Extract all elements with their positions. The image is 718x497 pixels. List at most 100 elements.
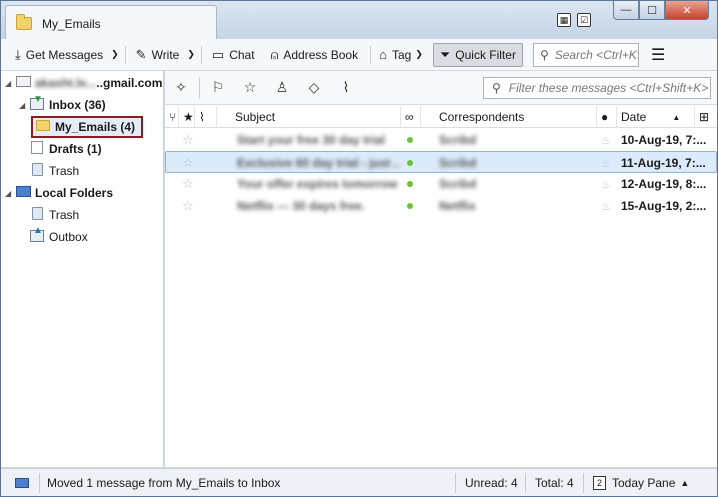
folder-label: Local Folders bbox=[35, 186, 114, 200]
junk-icon[interactable]: ♨ bbox=[601, 129, 611, 151]
folder-label: Trash bbox=[49, 208, 80, 222]
read-column-icon[interactable]: ∞ bbox=[401, 106, 421, 128]
filter-placeholder: Filter these messages <Ctrl+Shift+K> bbox=[508, 81, 709, 95]
quick-filter-button[interactable]: ⏷ Quick Filter bbox=[432, 42, 523, 67]
correspondents-column-header[interactable]: Correspondents bbox=[421, 106, 597, 128]
mail-account-icon bbox=[15, 76, 31, 87]
calendar-icon[interactable]: ▦ bbox=[557, 13, 571, 27]
chat-button[interactable]: ▭ Chat bbox=[202, 43, 261, 67]
address-book-label: Address Book bbox=[283, 47, 359, 62]
account-name: akasht.le... bbox=[35, 76, 97, 90]
close-button[interactable]: ✕ bbox=[665, 1, 709, 20]
address-book-icon: ⍝ bbox=[270, 46, 279, 62]
collapse-icon[interactable]: ◢ bbox=[19, 101, 27, 110]
message-subject: Exclusive 60 day trial - just ... bbox=[237, 156, 399, 170]
pencil-icon: ✎ bbox=[135, 46, 147, 62]
inbox-icon bbox=[30, 94, 44, 110]
folder-label: Trash bbox=[49, 164, 80, 178]
collapse-icon[interactable]: ◢ bbox=[5, 189, 13, 198]
folder-my-emails[interactable]: My_Emails (4) bbox=[31, 116, 144, 138]
chat-icon: ▭ bbox=[211, 46, 225, 62]
message-row[interactable]: ☆ Start your free 30 day trial Scribd ♨ … bbox=[165, 129, 717, 151]
title-bar: My_Emails ▦ ☑ — ☐ ✕ bbox=[1, 1, 717, 41]
folder-label: Outbox bbox=[49, 230, 88, 244]
column-picker-icon[interactable]: ⊞ bbox=[695, 106, 717, 128]
computer-icon bbox=[15, 186, 31, 197]
chevron-up-icon: ▲ bbox=[680, 478, 690, 488]
chat-label: Chat bbox=[229, 47, 255, 62]
folder-inbox[interactable]: ◢ Inbox (36) bbox=[19, 94, 106, 115]
message-row[interactable]: ☆ Your offer expires tomorrow Scribd ♨ 1… bbox=[165, 173, 717, 195]
message-row[interactable]: ☆ Netflix — 30 days free. Netflix ♨ 15-A… bbox=[165, 195, 717, 217]
account-row[interactable]: ◢ akasht.le... ..gmail.com bbox=[5, 73, 162, 93]
total-count: Total: 4 bbox=[535, 476, 574, 490]
tag-filter-icon[interactable]: ◇ bbox=[298, 75, 330, 101]
collapse-icon[interactable]: ◢ bbox=[5, 79, 13, 88]
attachment-filter-icon[interactable]: ⌇ bbox=[330, 75, 362, 101]
starred-filter-icon[interactable]: ☆ bbox=[234, 75, 266, 101]
folder-local-trash[interactable]: Trash bbox=[29, 205, 79, 225]
write-button[interactable]: ✎ Write bbox=[126, 43, 186, 67]
message-row-selected[interactable]: ☆ Exclusive 60 day trial - just ... Scri… bbox=[165, 151, 717, 173]
minimize-button[interactable]: — bbox=[613, 1, 639, 20]
unread-filter-icon[interactable]: ⚐ bbox=[202, 75, 234, 101]
star-icon[interactable]: ☆ bbox=[182, 129, 194, 151]
unread-dot-icon[interactable] bbox=[407, 203, 413, 209]
write-dropdown-icon[interactable]: ❯ bbox=[185, 49, 201, 60]
quick-filter-label: Quick Filter bbox=[455, 47, 516, 62]
calendar-day-icon: 2 bbox=[593, 476, 606, 490]
drafts-icon bbox=[31, 141, 43, 154]
tag-dropdown-icon: ❯ bbox=[415, 49, 423, 59]
tab-my-emails[interactable]: My_Emails bbox=[5, 5, 217, 41]
junk-icon[interactable]: ♨ bbox=[601, 195, 611, 217]
tag-button[interactable]: ⌂ Tag ❯ bbox=[371, 43, 429, 67]
message-date: 15-Aug-19, 2:... bbox=[621, 199, 707, 213]
trash-icon bbox=[31, 163, 43, 176]
star-column-icon[interactable]: ★ bbox=[179, 106, 195, 128]
unread-dot-icon[interactable] bbox=[407, 160, 413, 166]
today-pane-button[interactable]: 2 Today Pane ▲ bbox=[593, 469, 689, 497]
get-messages-button[interactable]: ⤓ Get Messages bbox=[1, 43, 109, 67]
star-icon[interactable]: ☆ bbox=[182, 152, 194, 174]
correspondents-header-label: Correspondents bbox=[439, 110, 525, 124]
star-icon[interactable]: ☆ bbox=[182, 173, 194, 195]
message-date: 10-Aug-19, 7:... bbox=[621, 133, 707, 147]
search-placeholder: Search <Ctrl+K> bbox=[554, 47, 639, 62]
write-label: Write bbox=[151, 47, 180, 62]
star-icon[interactable]: ☆ bbox=[182, 195, 194, 217]
outbox-icon bbox=[30, 225, 44, 242]
online-status-icon[interactable] bbox=[15, 478, 29, 488]
filter-messages-input[interactable]: ⚲ Filter these messages <Ctrl+Shift+K> bbox=[483, 77, 711, 99]
filter-icon: ⏷ bbox=[439, 46, 451, 62]
junk-column-icon[interactable]: ● bbox=[597, 106, 617, 128]
subject-header-label: Subject bbox=[235, 110, 276, 124]
folder-outbox[interactable]: Outbox bbox=[29, 225, 88, 247]
thread-column-icon[interactable]: ⑂ bbox=[165, 106, 179, 128]
sticky-pin-icon[interactable]: ✧ bbox=[165, 75, 197, 101]
folder-local-folders[interactable]: ◢ Local Folders bbox=[5, 183, 113, 203]
folder-icon bbox=[16, 14, 32, 30]
attachment-column-icon[interactable]: ⌇ bbox=[195, 106, 217, 128]
sort-ascending-icon: ▲ bbox=[672, 112, 681, 122]
folder-label: Drafts (1) bbox=[49, 142, 102, 156]
tasks-icon[interactable]: ☑ bbox=[577, 13, 591, 27]
folder-drafts[interactable]: Drafts (1) bbox=[29, 139, 102, 159]
message-correspondent: Scribd bbox=[439, 133, 477, 147]
junk-icon[interactable]: ♨ bbox=[601, 173, 611, 195]
search-input[interactable]: ⚲ Search <Ctrl+K> bbox=[532, 42, 639, 67]
status-message: Moved 1 message from My_Emails to Inbox bbox=[47, 476, 281, 490]
contact-filter-icon[interactable]: ♙ bbox=[266, 75, 298, 101]
address-book-button[interactable]: ⍝ Address Book bbox=[261, 43, 365, 67]
message-subject: Start your free 30 day trial bbox=[237, 133, 386, 147]
quick-filter-bar: ✧ ⚐ ☆ ♙ ◇ ⌇ ⚲ Filter these messages <Ctr… bbox=[165, 71, 717, 105]
subject-column-header[interactable]: Subject bbox=[217, 106, 401, 128]
unread-dot-icon[interactable] bbox=[407, 181, 413, 187]
date-column-header[interactable]: Date ▲ bbox=[617, 106, 695, 128]
get-messages-dropdown-icon[interactable]: ❯ bbox=[109, 49, 125, 60]
app-menu-icon[interactable]: ☰ bbox=[651, 45, 665, 65]
junk-icon[interactable]: ♨ bbox=[601, 152, 611, 174]
get-messages-label: Get Messages bbox=[25, 47, 104, 62]
unread-dot-icon[interactable] bbox=[407, 137, 413, 143]
maximize-button[interactable]: ☐ bbox=[639, 1, 665, 20]
folder-trash[interactable]: Trash bbox=[29, 161, 79, 181]
